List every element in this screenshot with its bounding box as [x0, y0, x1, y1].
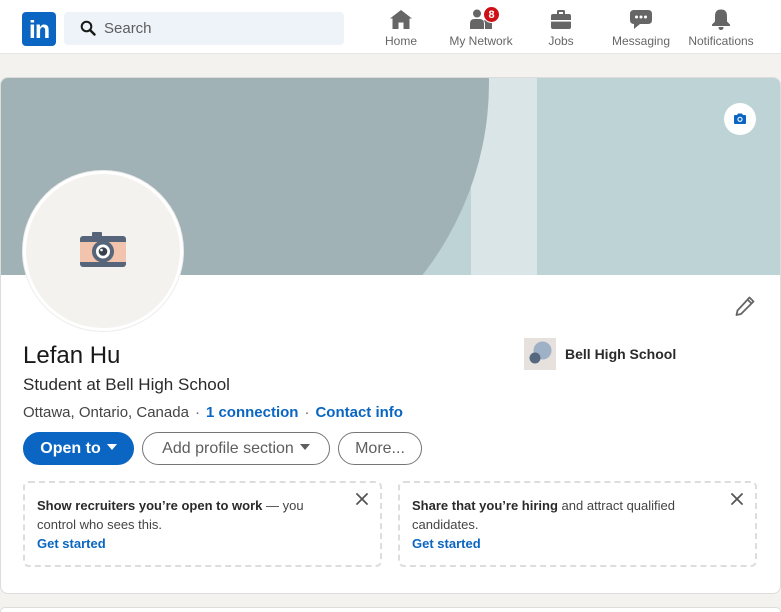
promo-bold-text: Share that you’re hiring — [412, 498, 558, 513]
nav-jobs[interactable]: Jobs — [536, 6, 586, 50]
dismiss-button[interactable] — [727, 489, 747, 509]
briefcase-icon — [551, 10, 571, 29]
school-name: Bell High School — [565, 346, 677, 362]
next-section-card — [0, 607, 781, 612]
promo-text: Show recruiters you’re open to work — yo… — [37, 496, 342, 534]
pencil-icon — [735, 296, 755, 316]
nav-label-jobs: Jobs — [548, 34, 574, 48]
home-icon — [390, 10, 412, 29]
add-section-label: Add profile section — [162, 440, 294, 457]
search-icon — [80, 20, 96, 36]
nav-label-messaging: Messaging — [611, 34, 671, 48]
network-notification-badge: 8 — [483, 6, 500, 23]
separator-dot: · — [304, 404, 310, 421]
profile-name: Lefan Hu — [23, 342, 121, 369]
connections-link[interactable]: 1 connection — [206, 404, 299, 421]
chevron-down-icon — [299, 444, 310, 451]
logo-text: in — [28, 16, 50, 44]
school-logo — [524, 338, 556, 370]
get-started-link[interactable]: Get started — [412, 534, 481, 553]
separator-dot: · — [194, 404, 200, 421]
camera-icon — [734, 113, 746, 124]
nav-label-my-network: My Network — [449, 34, 513, 48]
bell-icon — [712, 9, 730, 30]
nav-label-notifications: Notifications — [688, 34, 754, 48]
open-to-label: Open to — [40, 440, 101, 457]
dismiss-button[interactable] — [352, 489, 372, 509]
linkedin-logo[interactable]: in — [22, 12, 56, 46]
profile-headline: Student at Bell High School — [23, 375, 230, 394]
top-nav: in Home 8 My Network Jobs — [0, 0, 781, 54]
edit-cover-button[interactable] — [724, 103, 756, 135]
edit-intro-button[interactable] — [731, 293, 759, 321]
chat-bubble-icon — [630, 10, 652, 29]
promo-bold-text: Show recruiters you’re open to work — [37, 498, 263, 513]
nav-home[interactable]: Home — [376, 6, 426, 50]
chevron-down-icon — [106, 444, 117, 451]
search-bar — [64, 12, 344, 45]
location-line: Ottawa, Ontario, Canada · 1 connection · Con… — [23, 404, 403, 421]
nav-my-network[interactable]: 8 My Network — [446, 6, 516, 50]
nav-label-home: Home — [384, 34, 417, 48]
add-profile-section-button[interactable]: Add profile section — [142, 432, 330, 465]
profile-card: Lefan Hu Student at Bell High School Ott… — [0, 77, 781, 594]
profile-photo[interactable] — [23, 171, 183, 331]
open-to-work-promo: Show recruiters you’re open to work — yo… — [23, 481, 382, 567]
contact-info-link[interactable]: Contact info — [315, 404, 403, 421]
promo-text: Share that you’re hiring and attract qua… — [412, 496, 717, 534]
nav-messaging[interactable]: Messaging — [608, 6, 674, 50]
profile-location: Ottawa, Ontario, Canada — [23, 404, 189, 421]
search-input[interactable] — [102, 12, 338, 45]
hiring-promo: Share that you’re hiring and attract qua… — [398, 481, 757, 567]
open-to-button[interactable]: Open to — [23, 432, 134, 465]
close-icon — [731, 493, 743, 505]
camera-icon — [80, 232, 126, 267]
close-icon — [356, 493, 368, 505]
get-started-link[interactable]: Get started — [37, 534, 106, 553]
nav-notifications[interactable]: Notifications — [684, 6, 758, 50]
more-button[interactable]: More... — [338, 432, 422, 465]
